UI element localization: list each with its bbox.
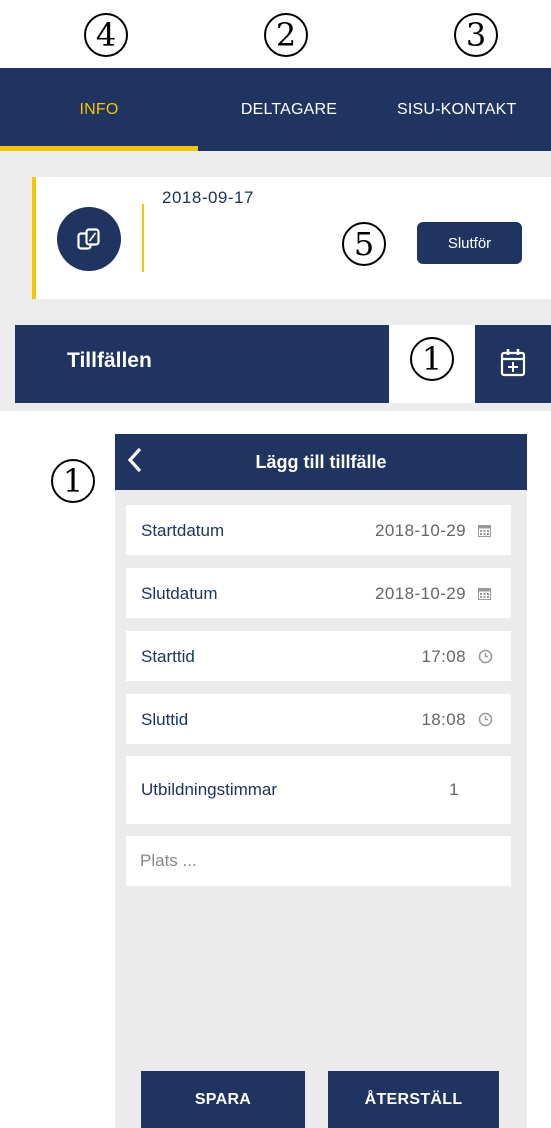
start-date-value: 2018-10-29 <box>375 521 466 540</box>
training-hours-value: 1 <box>449 780 459 799</box>
tab-info[interactable]: INFO <box>0 68 198 151</box>
end-date-label: Slutdatum <box>141 584 218 603</box>
end-date-value: 2018-10-29 <box>375 584 466 603</box>
event-date: 2018-09-17 <box>162 188 254 207</box>
start-time-value: 17:08 <box>421 647 466 666</box>
back-button[interactable] <box>120 440 150 484</box>
event-card-divider <box>142 204 144 272</box>
start-date-label: Startdatum <box>141 521 225 540</box>
annotation-marker-4: 4 <box>84 13 128 57</box>
tab-deltagare[interactable]: DELTAGARE <box>198 68 380 151</box>
start-time-label: Starttid <box>141 647 195 666</box>
clock-icon <box>478 649 493 669</box>
tab-bar: INFO DELTAGARE SISU-KONTAKT <box>0 68 551 151</box>
annotation-marker-2: 2 <box>264 13 308 57</box>
tab-sisu-kontakt-label: SISU-KONTAKT <box>397 100 517 118</box>
calendar-icon <box>478 524 491 542</box>
tab-info-label: INFO <box>79 100 119 118</box>
calendar-plus-icon <box>500 347 526 382</box>
copy-icon[interactable] <box>57 207 121 271</box>
training-hours-label: Utbildningstimmar <box>141 780 278 799</box>
sessions-title: Tillfällen <box>67 349 152 372</box>
clock-icon <box>478 712 493 732</box>
add-session-button[interactable] <box>475 325 551 403</box>
tab-sisu-kontakt[interactable]: SISU-KONTAKT <box>380 68 551 151</box>
reset-button[interactable]: ÅTERSTÄLL <box>328 1071 499 1128</box>
annotation-marker-1-add: 1 <box>410 337 454 381</box>
add-session-title: Lägg till tillfälle <box>255 451 387 472</box>
place-input[interactable] <box>126 836 511 886</box>
end-time-label: Sluttid <box>141 710 189 729</box>
start-date-field[interactable]: Startdatum 2018-10-29 <box>126 505 511 555</box>
end-time-field[interactable]: Sluttid 18:08 <box>126 694 511 744</box>
calendar-icon <box>478 587 491 605</box>
training-hours-field[interactable]: Utbildningstimmar 1 <box>126 756 511 824</box>
end-time-value: 18:08 <box>421 710 466 729</box>
annotation-marker-1-panel: 1 <box>51 459 95 503</box>
chevron-left-icon <box>127 447 143 478</box>
annotation-marker-3: 3 <box>454 13 498 57</box>
event-card-accent <box>32 177 36 299</box>
annotation-marker-5: 5 <box>342 222 386 266</box>
save-button[interactable]: SPARA <box>141 1071 305 1128</box>
finish-button[interactable]: Slutför <box>417 222 522 264</box>
tab-deltagare-label: DELTAGARE <box>240 100 338 118</box>
end-date-field[interactable]: Slutdatum 2018-10-29 <box>126 568 511 618</box>
start-time-field[interactable]: Starttid 17:08 <box>126 631 511 681</box>
